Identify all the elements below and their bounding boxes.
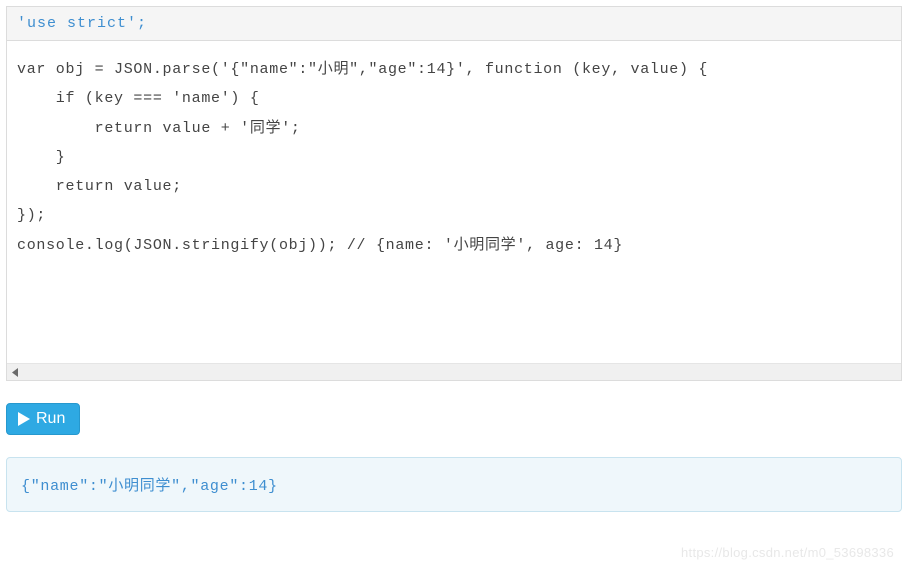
scroll-left-arrow-icon[interactable] xyxy=(7,364,24,381)
code-line: var obj = JSON.parse('{"name":"小明","age"… xyxy=(17,61,708,78)
code-editor: 'use strict'; var obj = JSON.parse('{"na… xyxy=(6,6,902,381)
code-line: } xyxy=(17,149,66,166)
run-button[interactable]: Run xyxy=(6,403,80,435)
code-line: return value; xyxy=(17,178,182,195)
watermark-text: https://blog.csdn.net/m0_53698336 xyxy=(681,545,894,560)
code-line: if (key === 'name') { xyxy=(17,90,260,107)
code-line: console.log(JSON.stringify(obj)); // {na… xyxy=(17,237,623,254)
code-line: }); xyxy=(17,207,46,224)
horizontal-scrollbar[interactable] xyxy=(7,363,901,380)
run-button-label: Run xyxy=(36,410,65,428)
strict-mode-text: 'use strict'; xyxy=(17,15,147,32)
code-body[interactable]: var obj = JSON.parse('{"name":"小明","age"… xyxy=(7,41,901,363)
output-text: {"name":"小明同学","age":14} xyxy=(21,478,278,495)
strict-mode-bar: 'use strict'; xyxy=(7,7,901,41)
play-icon xyxy=(18,412,30,426)
output-panel: {"name":"小明同学","age":14} xyxy=(6,457,902,512)
code-line: return value + '同学'; xyxy=(17,120,301,137)
